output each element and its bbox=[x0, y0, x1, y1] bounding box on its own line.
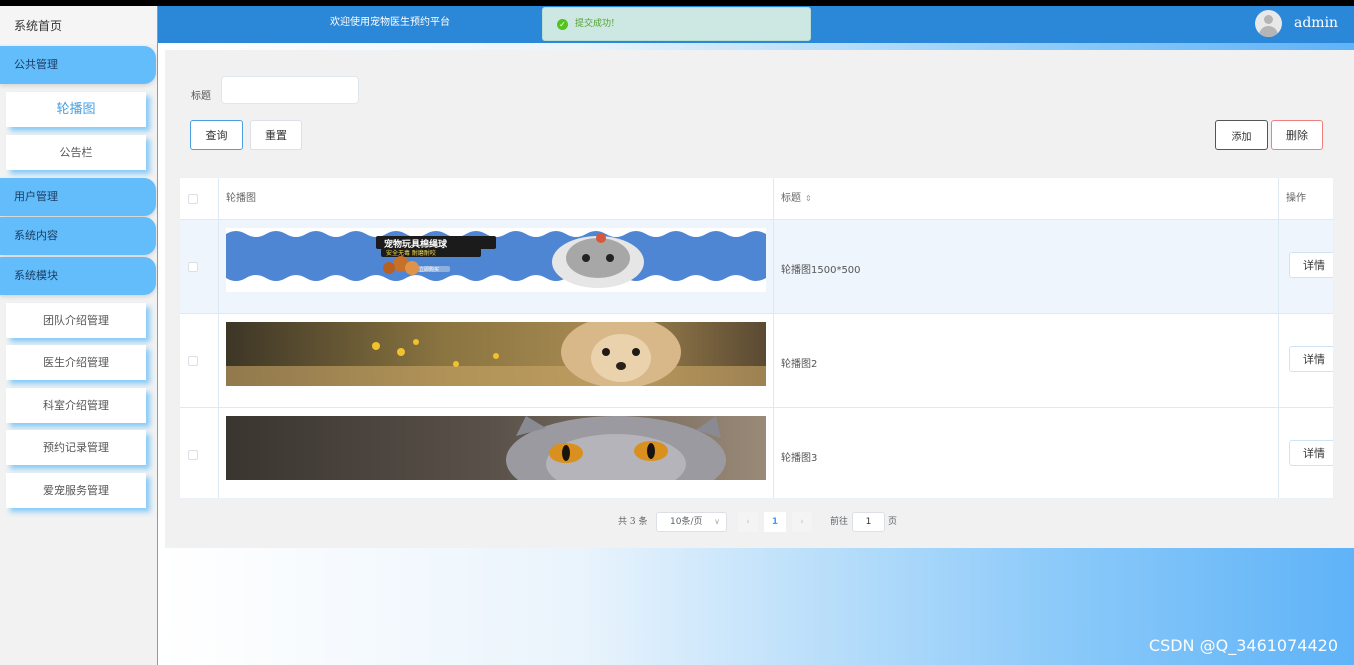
search-title-input[interactable] bbox=[221, 76, 359, 104]
sidebar-item-team[interactable]: 团队介绍管理 bbox=[6, 303, 146, 338]
banner-1-tag: 立即购买 bbox=[419, 267, 440, 273]
sidebar-item-pet-services[interactable]: 爱宠服务管理 bbox=[6, 473, 146, 508]
column-header-title: 标题 ⇕ bbox=[781, 178, 812, 220]
table-row bbox=[180, 408, 219, 498]
row-title: 轮播图1500*500 bbox=[781, 265, 861, 276]
table-row-title-cell: 轮播图3 bbox=[774, 408, 1279, 498]
table-header-image: 轮播图 bbox=[219, 178, 774, 220]
column-header-actions: 操作 bbox=[1286, 193, 1306, 204]
column-header-image: 轮播图 bbox=[226, 193, 256, 204]
success-toast: ✓ 提交成功! bbox=[542, 7, 811, 41]
table-row-title-cell: 轮播图2 bbox=[774, 314, 1279, 408]
table-row-title-cell: 轮播图1500*500 bbox=[774, 220, 1279, 314]
app-window: 系统首页 公共管理 轮播图 公告栏 用户管理 系统内容 系统模块 团队介绍管理 … bbox=[0, 6, 1354, 665]
row-checkbox[interactable] bbox=[188, 262, 198, 272]
page-number-current[interactable]: 1 bbox=[764, 512, 786, 532]
banner-1-subheading: 安全无毒 耐磨耐咬 bbox=[386, 250, 436, 257]
sidebar-group-modules[interactable]: 系统模块 bbox=[0, 257, 156, 295]
sidebar-item-notice[interactable]: 公告栏 bbox=[6, 135, 146, 170]
delete-button[interactable]: 删除 bbox=[1271, 120, 1323, 150]
page-size-select[interactable]: 10条/页 ∨ bbox=[656, 512, 727, 532]
sidebar: 系统首页 公共管理 轮播图 公告栏 用户管理 系统内容 系统模块 团队介绍管理 … bbox=[0, 6, 158, 665]
welcome-text: 欢迎使用宠物医生预约平台 bbox=[330, 17, 450, 28]
pagination-total: 共 3 条 bbox=[618, 517, 648, 527]
sidebar-item-carousel[interactable]: 轮播图 bbox=[6, 92, 146, 127]
table-header-title[interactable]: 标题 ⇕ bbox=[774, 178, 1279, 220]
sidebar-group-users[interactable]: 用户管理 bbox=[0, 178, 156, 216]
table-row-image-cell bbox=[219, 408, 774, 498]
content-panel: 标题 查询 重置 添加 删除 轮播图 标题 ⇕ 操作 宠物玩具棉绳球 安全无毒 … bbox=[165, 50, 1354, 548]
chevron-right-icon: › bbox=[800, 517, 804, 527]
table-header-actions: 操作 bbox=[1279, 178, 1333, 220]
next-page-button[interactable]: › bbox=[792, 512, 812, 532]
page-size-value: 10条/页 bbox=[670, 517, 703, 527]
banner-image-3[interactable] bbox=[226, 416, 766, 480]
sidebar-group-content[interactable]: 系统内容 bbox=[0, 217, 156, 255]
prev-page-button[interactable]: ‹ bbox=[738, 512, 758, 532]
goto-page-input[interactable]: 1 bbox=[852, 512, 885, 532]
carousel-table: 轮播图 标题 ⇕ 操作 宠物玩具棉绳球 安全无毒 耐磨耐咬 立即购买 轮播图15… bbox=[179, 177, 1334, 499]
table-row-action-cell: 详情 bbox=[1279, 314, 1333, 408]
toast-message: 提交成功! bbox=[575, 19, 615, 29]
check-circle-icon: ✓ bbox=[557, 19, 568, 30]
table-row bbox=[180, 220, 219, 314]
sidebar-group-public[interactable]: 公共管理 bbox=[0, 46, 156, 84]
add-button[interactable]: 添加 bbox=[1215, 120, 1268, 150]
row-title: 轮播图2 bbox=[781, 359, 818, 370]
row-checkbox[interactable] bbox=[188, 356, 198, 366]
top-header: 欢迎使用宠物医生预约平台 ✓ 提交成功! admin bbox=[158, 6, 1354, 43]
sidebar-item-home[interactable]: 系统首页 bbox=[0, 6, 157, 44]
goto-label: 前往 bbox=[830, 517, 849, 527]
chevron-left-icon: ‹ bbox=[746, 517, 750, 527]
search-title-label: 标题 bbox=[191, 91, 211, 102]
sort-icon: ⇕ bbox=[805, 194, 812, 203]
row-title: 轮播图3 bbox=[781, 453, 818, 464]
main-area: 标题 查询 重置 添加 删除 轮播图 标题 ⇕ 操作 宠物玩具棉绳球 安全无毒 … bbox=[158, 43, 1354, 665]
chevron-down-icon: ∨ bbox=[714, 517, 720, 526]
detail-button[interactable]: 详情 bbox=[1289, 346, 1333, 372]
table-header-select bbox=[180, 178, 219, 220]
table-row-action-cell: 详情 bbox=[1279, 408, 1333, 498]
sidebar-item-departments[interactable]: 科室介绍管理 bbox=[6, 388, 146, 423]
username[interactable]: admin bbox=[1294, 6, 1338, 40]
user-icon bbox=[1264, 15, 1273, 24]
watermark: CSDN @Q_3461074420 bbox=[1148, 636, 1338, 655]
select-all-checkbox[interactable] bbox=[188, 194, 198, 204]
banner-image-1[interactable]: 宠物玩具棉绳球 安全无毒 耐磨耐咬 立即购买 bbox=[226, 228, 766, 292]
row-checkbox[interactable] bbox=[188, 450, 198, 460]
detail-button[interactable]: 详情 bbox=[1289, 440, 1333, 466]
sidebar-item-doctors[interactable]: 医生介绍管理 bbox=[6, 345, 146, 380]
reset-button[interactable]: 重置 bbox=[250, 120, 302, 150]
sidebar-item-appointments[interactable]: 预约记录管理 bbox=[6, 430, 146, 465]
banner-image-2[interactable] bbox=[226, 322, 766, 386]
table-row-action-cell: 详情 bbox=[1279, 220, 1333, 314]
table-row bbox=[180, 314, 219, 408]
detail-button[interactable]: 详情 bbox=[1289, 252, 1333, 278]
table-row-image-cell: 宠物玩具棉绳球 安全无毒 耐磨耐咬 立即购买 bbox=[219, 220, 774, 314]
query-button[interactable]: 查询 bbox=[190, 120, 243, 150]
avatar[interactable] bbox=[1255, 10, 1282, 37]
table-row-image-cell bbox=[219, 314, 774, 408]
goto-unit-label: 页 bbox=[888, 517, 898, 527]
